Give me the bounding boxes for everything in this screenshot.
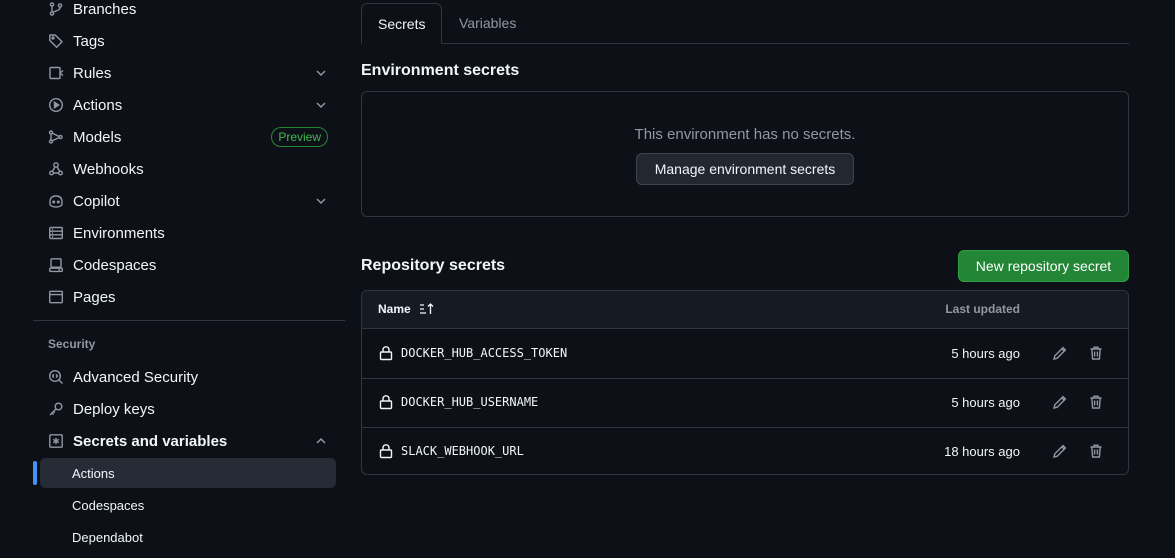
sidebar-item-label: Environments <box>73 224 165 242</box>
secret-updated: 18 hours ago <box>944 444 1020 459</box>
sidebar-divider <box>33 320 345 321</box>
manage-environment-secrets-button[interactable]: Manage environment secrets <box>636 153 854 185</box>
sidebar-item-label: Copilot <box>73 192 120 210</box>
rules-icon <box>48 65 64 81</box>
new-repository-secret-button[interactable]: New repository secret <box>958 250 1129 282</box>
environment-secrets-heading: Environment secrets <box>361 62 520 79</box>
sidebar-subitem-codespaces[interactable]: Codespaces <box>40 490 336 520</box>
sidebar-item-label: Pages <box>73 288 116 306</box>
codescan-icon <box>48 369 64 385</box>
active-indicator <box>33 461 37 485</box>
repository-secrets-heading: Repository secrets <box>361 257 506 274</box>
trash-icon[interactable] <box>1088 443 1104 459</box>
sidebar-item-pages[interactable]: Pages <box>40 282 336 312</box>
sidebar-item-tags[interactable]: Tags <box>40 26 336 56</box>
sidebar-item-rules[interactable]: Rules <box>40 58 336 88</box>
sidebar-subitem-dependabot[interactable]: Dependabot <box>40 522 336 552</box>
pencil-icon[interactable] <box>1052 394 1068 410</box>
sort-ascending-icon[interactable] <box>419 302 435 316</box>
table-row: DOCKER_HUB_ACCESS_TOKEN 5 hours ago <box>362 329 1128 379</box>
sidebar-item-advanced-security[interactable]: Advanced Security <box>40 362 336 392</box>
key-icon <box>48 401 64 417</box>
environment-secrets-box: This environment has no secrets. Manage … <box>361 91 1129 217</box>
sidebar-subitem-actions[interactable]: Actions <box>40 458 336 488</box>
sidebar-item-webhooks[interactable]: Webhooks <box>40 154 336 184</box>
chevron-down-icon[interactable] <box>314 194 328 208</box>
sidebar-item-models[interactable]: Models Preview <box>40 122 336 152</box>
sidebar-item-actions[interactable]: Actions <box>40 90 336 120</box>
repository-secrets-table: Name Last updated DOCKER_HUB_ACCESS_TOKE… <box>361 290 1129 475</box>
secret-name: DOCKER_HUB_ACCESS_TOKEN <box>401 346 568 360</box>
secrets-tabs: Secrets Variables <box>361 3 1129 44</box>
security-section-title: Security <box>48 337 96 351</box>
trash-icon[interactable] <box>1088 394 1104 410</box>
table-header: Name Last updated <box>362 291 1128 329</box>
sidebar-item-label: Advanced Security <box>73 368 199 386</box>
sidebar-item-label: Deploy keys <box>73 400 155 418</box>
sidebar-item-copilot[interactable]: Copilot <box>40 186 336 216</box>
sidebar-item-codespaces[interactable]: Codespaces <box>40 250 336 280</box>
sidebar-item-label: Models <box>73 128 122 146</box>
sidebar-item-label: Secrets and variables <box>73 432 228 450</box>
play-icon <box>48 97 64 113</box>
table-row: SLACK_WEBHOOK_URL 18 hours ago <box>362 427 1128 474</box>
server-icon <box>48 225 64 241</box>
chevron-up-icon[interactable] <box>314 434 328 448</box>
sidebar-item-deploy-keys[interactable]: Deploy keys <box>40 394 336 424</box>
tab-secrets[interactable]: Secrets <box>361 3 443 44</box>
lock-icon <box>379 395 393 410</box>
secret-name: DOCKER_HUB_USERNAME <box>401 395 539 409</box>
secret-updated: 5 hours ago <box>951 346 1020 361</box>
column-last-updated-header: Last updated <box>945 302 1020 316</box>
pencil-icon[interactable] <box>1052 443 1068 459</box>
sidebar-item-label: Codespaces <box>73 256 157 274</box>
tab-variables[interactable]: Variables <box>443 3 532 43</box>
settings-sidebar: Branches Tags Rules Actions Models Previ… <box>0 0 345 558</box>
lock-icon <box>379 346 393 361</box>
codespaces-icon <box>48 257 64 273</box>
sidebar-item-label: Rules <box>73 64 112 82</box>
trash-icon[interactable] <box>1088 345 1104 361</box>
sidebar-item-secrets-and-variables[interactable]: Secrets and variables <box>40 426 336 456</box>
preview-badge: Preview <box>271 127 328 147</box>
branch-icon <box>48 1 64 17</box>
table-row: DOCKER_HUB_USERNAME 5 hours ago <box>362 378 1128 428</box>
models-icon <box>48 129 64 145</box>
sidebar-item-label: Actions <box>73 96 123 114</box>
sidebar-item-label: Branches <box>73 0 137 18</box>
chevron-down-icon[interactable] <box>314 66 328 80</box>
sidebar-item-environments[interactable]: Environments <box>40 218 336 248</box>
tag-icon <box>48 33 64 49</box>
sidebar-item-label: Webhooks <box>73 160 144 178</box>
secret-updated: 5 hours ago <box>951 395 1020 410</box>
secret-name: SLACK_WEBHOOK_URL <box>401 444 524 458</box>
sidebar-item-label: Tags <box>73 32 105 50</box>
webhook-icon <box>48 161 64 177</box>
pencil-icon[interactable] <box>1052 345 1068 361</box>
sidebar-item-branches[interactable]: Branches <box>40 0 336 24</box>
browser-icon <box>48 289 64 305</box>
lock-icon <box>379 444 393 459</box>
copilot-icon <box>48 193 64 209</box>
asterisk-icon <box>48 433 64 449</box>
chevron-down-icon[interactable] <box>314 98 328 112</box>
empty-state-text: This environment has no secrets. <box>634 126 856 143</box>
column-name-header[interactable]: Name <box>378 302 435 316</box>
